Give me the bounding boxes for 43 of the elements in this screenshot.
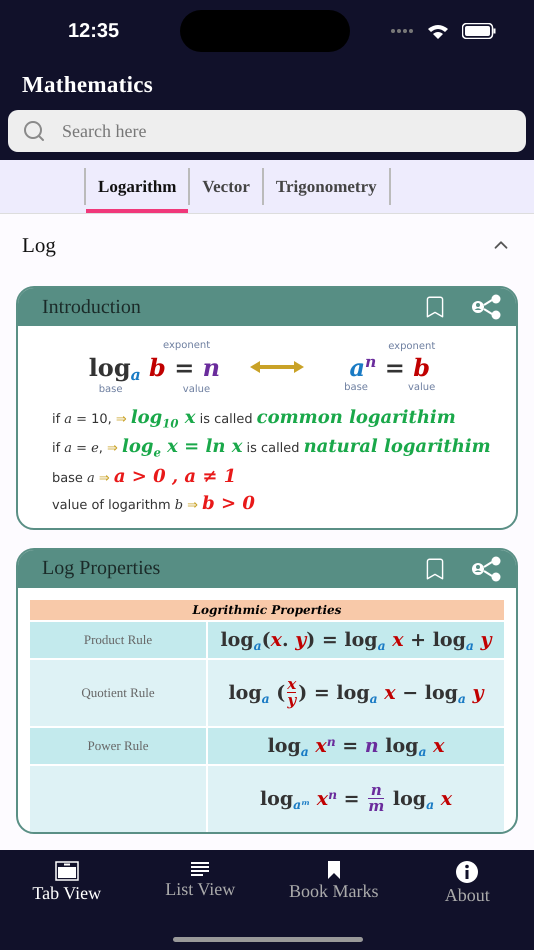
window-icon [54,861,79,881]
search-input[interactable]: Search here [60,120,512,142]
app-title: Mathematics [21,71,154,99]
rule-name: Power Rule [87,738,149,754]
rule-name: Quotient Rule [81,684,155,701]
double-arrow-icon [250,361,304,374]
search-icon [22,119,46,143]
nav-tab[interactable]: Book Marks [267,860,400,910]
annotation-label: base [98,384,123,395]
rule-text: if a = e, ⇒ log$_{e}$ x = ln x is called natural logarithim [52,436,492,460]
rule-text: if a = 10, ⇒ log$_{10}$ x is called common logarithim [52,406,457,430]
battery-icon [462,23,496,39]
formula: a$^{n}$ = b [349,352,430,382]
info-icon [456,861,478,883]
search-field[interactable]: Search here [8,110,526,152]
annotation-label: exponent [388,341,436,352]
nav-tab[interactable]: List View [134,860,267,910]
annotation-label: exponent [163,340,210,351]
formula: log$_{a}$ b = n [88,352,220,384]
section-title: Log [22,232,56,258]
wifi-icon [428,22,448,40]
formula: log$_{a}$ x$^{n}$ = n log$_{a}$ x [268,734,444,758]
share-icon[interactable] [470,556,502,582]
formula: log$_{a}$(x. y) = log$_{a}$ x + log$_{a}$ y [220,628,492,652]
rule-text: value of logarithm b ⇒ b > 0 [52,492,256,514]
card-title: Introduction [42,296,142,318]
list-icon [190,861,210,877]
annotation-label: base [344,382,368,394]
bookmark-icon [328,861,340,879]
signal-dots-icon [390,29,414,33]
category-tab[interactable]: Vector [190,160,262,213]
rule-text: base a ⇒ a > 0 , a ≠ 1 [52,466,238,487]
share-icon[interactable] [470,294,502,320]
nav-tab[interactable]: About [400,860,534,910]
annotation-label: value [408,382,436,394]
category-tab[interactable]: Logarithm [86,160,188,213]
card-title: Log Properties [42,557,162,580]
nav-tab[interactable]: Tab View [0,860,134,910]
annotation-label: value [182,384,210,395]
category-tab[interactable]: Trigonometry [264,160,389,213]
status-time: 12:35 [68,20,120,42]
table-title: Logrithmic Properties [30,600,504,620]
rule-name: Product Rule [84,632,152,648]
